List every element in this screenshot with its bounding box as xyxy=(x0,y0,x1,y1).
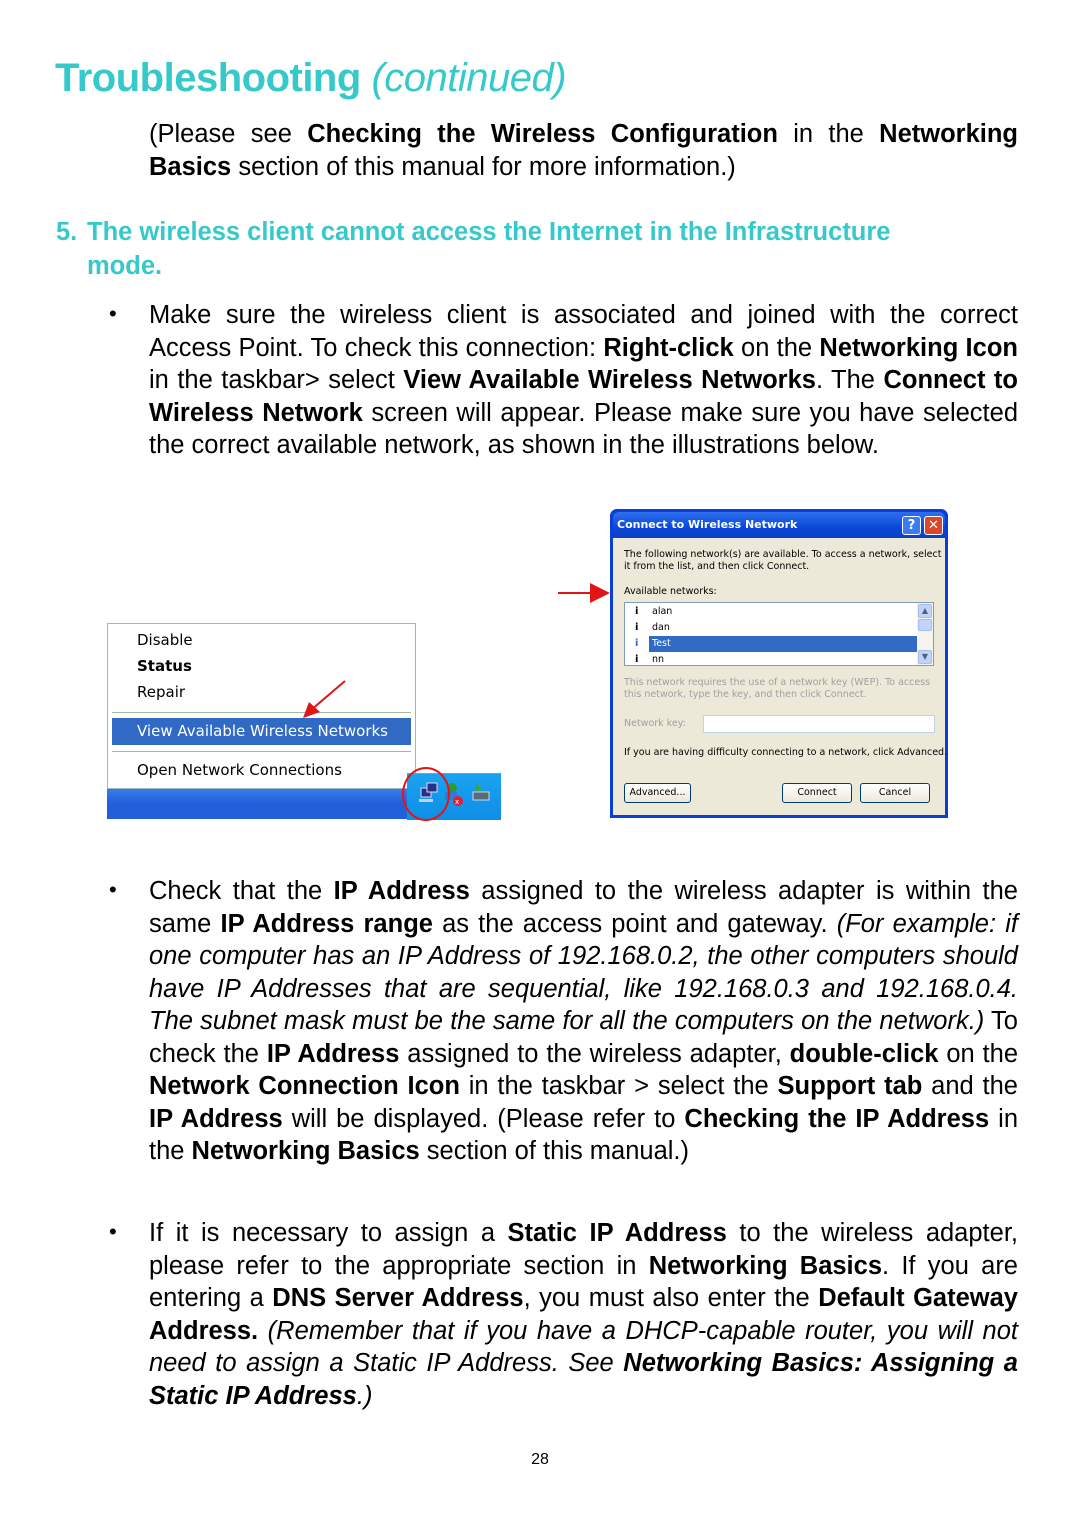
text: in the taskbar > select the xyxy=(459,1072,778,1100)
bold-text: Checking the IP Address xyxy=(684,1104,990,1133)
heading-line2: mode. xyxy=(87,252,163,280)
text: and the xyxy=(922,1072,1018,1100)
network-name: dan xyxy=(652,622,670,633)
close-button[interactable]: ✕ xyxy=(924,516,943,535)
bullet-icon: • xyxy=(109,301,117,326)
network-item[interactable]: ⅰ dan xyxy=(625,620,917,636)
text: on the xyxy=(938,1039,1019,1068)
text: in the taskbar> select xyxy=(149,366,404,394)
network-item[interactable]: ⅰ alan xyxy=(625,604,917,620)
scroll-up-icon[interactable]: ▲ xyxy=(918,604,932,618)
bold-text: Network Connection Icon xyxy=(149,1072,460,1100)
bold-text: IP Address xyxy=(333,877,470,905)
intro-bold: Checking the Wireless Configuration xyxy=(307,120,778,148)
bold-text: Right-click xyxy=(603,333,734,362)
help-button[interactable]: ? xyxy=(902,516,921,535)
advanced-button[interactable]: Advanced... xyxy=(624,783,691,803)
bullet-icon: • xyxy=(109,1219,117,1244)
menu-item-open-network-connections[interactable]: Open Network Connections xyxy=(137,761,342,779)
bold-text: IP Address xyxy=(149,1104,283,1133)
network-name: Test xyxy=(649,636,918,652)
bold-text: Networking Icon xyxy=(819,333,1018,362)
network-name: alan xyxy=(652,606,673,617)
text: . The xyxy=(815,366,884,394)
bold-text: View Available Wireless Networks xyxy=(403,366,816,394)
bold-text: Static IP Address xyxy=(507,1219,727,1247)
cancel-button[interactable]: Cancel xyxy=(860,783,930,803)
bold-text: Networking Basics xyxy=(191,1137,420,1165)
section-heading: 5. The wireless client cannot access the … xyxy=(56,215,1016,283)
networks-list[interactable]: ⅰ alan ⅰ dan ⅰ Test ⅰ nn ▲ ▼ xyxy=(624,602,934,666)
bullet-paragraph-3: If it is necessary to assign a Static IP… xyxy=(149,1217,1018,1412)
red-arrow-icon xyxy=(303,680,346,718)
highlight-circle xyxy=(402,767,450,821)
svg-text:x: x xyxy=(455,798,459,806)
taskbar xyxy=(107,789,407,819)
text: assigned to the wireless adapter, xyxy=(399,1039,790,1068)
bold-text: DNS Server Address xyxy=(272,1284,524,1312)
dialog-intro-2: it from the list, and then click Connect… xyxy=(624,561,810,572)
network-item-selected[interactable]: ⅰ Test xyxy=(625,636,918,652)
page-number: 28 xyxy=(531,1451,549,1468)
text: , you must also enter the xyxy=(523,1284,819,1312)
red-arrow-icon xyxy=(558,583,610,603)
bold-text: IP Address xyxy=(266,1039,400,1068)
list-scrollbar[interactable]: ▲ ▼ xyxy=(917,603,933,665)
safely-remove-hardware-icon[interactable] xyxy=(472,784,490,801)
intro-text: (Please see xyxy=(149,120,308,148)
text: on the xyxy=(733,333,820,362)
network-name: nn xyxy=(652,654,665,665)
connect-button[interactable]: Connect xyxy=(782,783,852,803)
menu-item-disable[interactable]: Disable xyxy=(137,631,193,649)
wireless-network-icon: ⅰ xyxy=(635,638,639,649)
text: Check that the xyxy=(149,877,334,905)
wep-note: This network requires the use of a netwo… xyxy=(624,677,931,688)
wireless-network-icon: ⅰ xyxy=(635,606,639,617)
advanced-hint: If you are having difficulty connecting … xyxy=(624,747,948,758)
wireless-network-icon: ⅰ xyxy=(635,654,639,665)
bold-text: IP Address range xyxy=(220,909,433,938)
intro-paragraph: (Please see Checking the Wireless Config… xyxy=(149,118,1018,183)
bullet-paragraph-2: Check that the IP Address assigned to th… xyxy=(149,875,1018,1168)
text: will be displayed. (Please refer to xyxy=(282,1104,685,1133)
text: section of this manual.) xyxy=(419,1137,689,1165)
wireless-network-icon: ⅰ xyxy=(635,622,639,633)
bold-text: double-click xyxy=(789,1039,939,1068)
scroll-down-icon[interactable]: ▼ xyxy=(918,650,932,664)
bullet-paragraph-1: Make sure the wireless client is associa… xyxy=(149,299,1018,462)
menu-separator xyxy=(112,751,411,752)
dialog-intro: The following network(s) are available. … xyxy=(624,549,942,560)
bold-text: Support tab xyxy=(777,1072,923,1100)
italic-text: .) xyxy=(356,1381,373,1410)
intro-text: in the xyxy=(777,120,880,148)
text: If it is necessary to assign a xyxy=(149,1219,508,1247)
dialog-body: The following network(s) are available. … xyxy=(613,538,948,815)
menu-item-status[interactable]: Status xyxy=(137,657,192,675)
network-item[interactable]: ⅰ nn xyxy=(625,652,917,665)
available-networks-label: Available networks: xyxy=(624,586,717,597)
dialog-title-bar: Connect to Wireless Network ? ✕ xyxy=(613,512,945,538)
section-number: 5. xyxy=(56,218,78,246)
intro-text: section of this manual for more informat… xyxy=(231,152,736,181)
heading-line1: The wireless client cannot access the In… xyxy=(87,218,891,246)
scroll-thumb[interactable] xyxy=(918,619,932,631)
network-key-input[interactable] xyxy=(703,715,935,733)
bullet-icon: • xyxy=(109,877,117,902)
bold-text: Networking Basics xyxy=(648,1251,883,1280)
wep-note-2: this network, type the key, and then cli… xyxy=(624,689,867,700)
title-suffix: (continued) xyxy=(371,56,567,100)
menu-item-repair[interactable]: Repair xyxy=(137,683,185,701)
page-title: Troubleshooting (continued) xyxy=(55,56,567,101)
text: as the access point and gateway. xyxy=(432,909,837,938)
connect-wireless-dialog: Connect to Wireless Network ? ✕ The foll… xyxy=(610,509,948,818)
network-key-label: Network key: xyxy=(624,718,686,729)
title-main: Troubleshooting xyxy=(55,56,361,100)
dialog-title: Connect to Wireless Network xyxy=(617,518,798,531)
